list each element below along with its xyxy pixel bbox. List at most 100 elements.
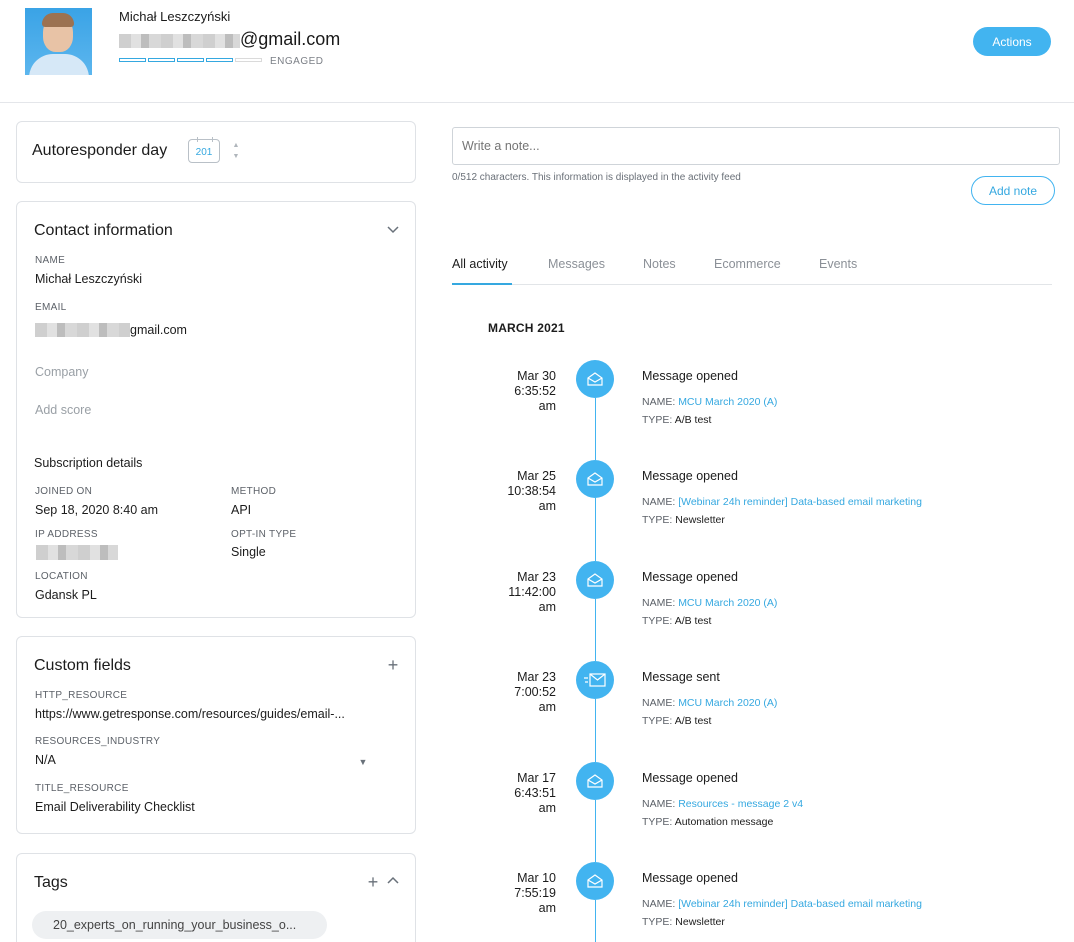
chevron-up-icon[interactable] [385, 874, 401, 890]
email-value[interactable]: gmail.com [35, 323, 187, 337]
event-time: 6:35:52 [514, 384, 556, 398]
event-timestamp: Mar 23 7:00:52 am [466, 670, 556, 715]
event-ampm: am [538, 499, 556, 513]
autoresponder-card: Autoresponder day 201 ▲ ▼ [16, 121, 416, 183]
tab-messages[interactable]: Messages [548, 257, 605, 271]
field-label: RESOURCES_INDUSTRY [35, 736, 161, 747]
redacted-ip [36, 545, 118, 560]
event-date: Mar 23 [517, 670, 556, 684]
timeline-connector [595, 398, 596, 460]
autoresponder-day-input[interactable]: 201 [188, 137, 220, 163]
event-title: Message sent [642, 670, 720, 684]
name-prefix: NAME: [642, 496, 676, 508]
day-stepper[interactable]: ▲ ▼ [231, 140, 241, 162]
field-value[interactable]: Email Deliverability Checklist [35, 800, 195, 814]
message-type: Newsletter [675, 514, 725, 526]
joined-value: Sep 18, 2020 8:40 am [35, 503, 159, 517]
autoresponder-title: Autoresponder day [32, 142, 168, 159]
message-link[interactable]: MCU March 2020 (A) [678, 697, 777, 709]
tab-events[interactable]: Events [819, 257, 857, 271]
type-prefix: TYPE: [642, 514, 673, 526]
subscription-title: Subscription details [34, 456, 143, 470]
event-name-row: NAME: MCU March 2020 (A) [642, 396, 777, 408]
event-name-row: NAME: [Webinar 24h reminder] Data-based … [642, 496, 922, 508]
stepper-up-icon[interactable]: ▲ [231, 140, 241, 151]
tags-title: Tags [34, 874, 68, 891]
event-date: Mar 30 [517, 369, 556, 383]
field-label: TITLE_RESOURCE [35, 783, 129, 794]
field-value[interactable]: N/A [35, 753, 56, 767]
type-prefix: TYPE: [642, 816, 673, 828]
envelope-open-icon [576, 862, 614, 900]
add-custom-field-icon[interactable]: + [385, 656, 401, 674]
event-ampm: am [538, 399, 556, 413]
event-time: 6:43:51 [514, 786, 556, 800]
month-heading: MARCH 2021 [488, 321, 565, 335]
event-type-row: TYPE: A/B test [642, 615, 711, 627]
message-link[interactable]: [Webinar 24h reminder] Data-based email … [678, 496, 922, 508]
active-tab-indicator [452, 283, 512, 285]
message-link[interactable]: MCU March 2020 (A) [678, 597, 777, 609]
custom-fields-card: Custom fields + HTTP_RESOURCE https://ww… [16, 636, 416, 834]
timeline-connector [595, 699, 596, 762]
name-prefix: NAME: [642, 898, 676, 910]
joined-label: JOINED ON [35, 486, 93, 497]
email-label: EMAIL [35, 302, 67, 313]
event-time: 11:42:00 [508, 585, 556, 599]
tab-ecommerce[interactable]: Ecommerce [714, 257, 781, 271]
engagement-label: ENGAGED [270, 56, 324, 67]
note-input[interactable] [452, 127, 1060, 165]
event-timestamp: Mar 17 6:43:51 am [466, 771, 556, 816]
custom-fields-title: Custom fields [34, 657, 131, 674]
message-link[interactable]: Resources - message 2 v4 [678, 798, 803, 810]
engagement-bar-2 [148, 58, 175, 62]
email-domain: gmail.com [130, 323, 187, 337]
name-label: NAME [35, 255, 66, 266]
contact-header: Michał Leszczyński @gmail.com ENGAGED Ac… [0, 0, 1074, 103]
envelope-open-icon [576, 561, 614, 599]
tab-all-activity[interactable]: All activity [452, 257, 508, 271]
type-prefix: TYPE: [642, 414, 673, 426]
event-type-row: TYPE: Newsletter [642, 514, 725, 526]
event-title: Message opened [642, 469, 738, 483]
stepper-down-icon[interactable]: ▼ [231, 151, 241, 162]
engagement-bar-5 [235, 58, 262, 62]
add-tag-icon[interactable]: + [365, 873, 381, 891]
envelope-open-icon [576, 762, 614, 800]
event-timestamp: Mar 30 6:35:52 am [466, 369, 556, 414]
company-field[interactable]: Company [35, 365, 89, 379]
optin-value: Single [231, 545, 266, 559]
message-type: A/B test [674, 715, 712, 727]
event-ampm: am [538, 600, 556, 614]
add-note-button[interactable]: Add note [971, 176, 1055, 205]
name-value[interactable]: Michał Leszczyński [35, 272, 142, 286]
dropdown-caret-icon[interactable]: ▼ [355, 754, 371, 770]
message-link[interactable]: [Webinar 24h reminder] Data-based email … [678, 898, 922, 910]
tag-pill[interactable]: 20_experts_on_running_your_business_o... [32, 911, 327, 939]
chevron-down-icon[interactable] [385, 222, 401, 238]
timeline-connector [595, 599, 596, 661]
method-label: METHOD [231, 486, 277, 497]
event-title: Message opened [642, 771, 738, 785]
add-score-field[interactable]: Add score [35, 403, 91, 417]
event-name-row: NAME: MCU March 2020 (A) [642, 597, 777, 609]
event-date: Mar 25 [517, 469, 556, 483]
tags-card: Tags + 20_experts_on_running_your_busine… [16, 853, 416, 942]
envelope-sent-icon [576, 661, 614, 699]
timeline-connector [595, 900, 596, 942]
event-name-row: NAME: MCU March 2020 (A) [642, 697, 777, 709]
message-link[interactable]: MCU March 2020 (A) [678, 396, 777, 408]
engagement-meter [119, 58, 262, 62]
tab-notes[interactable]: Notes [643, 257, 676, 271]
event-ampm: am [538, 700, 556, 714]
location-value: Gdansk PL [35, 588, 97, 602]
message-type: Automation message [674, 816, 774, 828]
event-name-row: NAME: [Webinar 24h reminder] Data-based … [642, 898, 922, 910]
event-type-row: TYPE: A/B test [642, 715, 711, 727]
engagement-bar-1 [119, 58, 146, 62]
actions-button[interactable]: Actions [973, 27, 1051, 56]
contact-info-title: Contact information [34, 222, 173, 239]
message-type: Newsletter [675, 916, 725, 928]
field-value[interactable]: https://www.getresponse.com/resources/gu… [35, 707, 345, 721]
contact-email: @gmail.com [119, 29, 340, 50]
